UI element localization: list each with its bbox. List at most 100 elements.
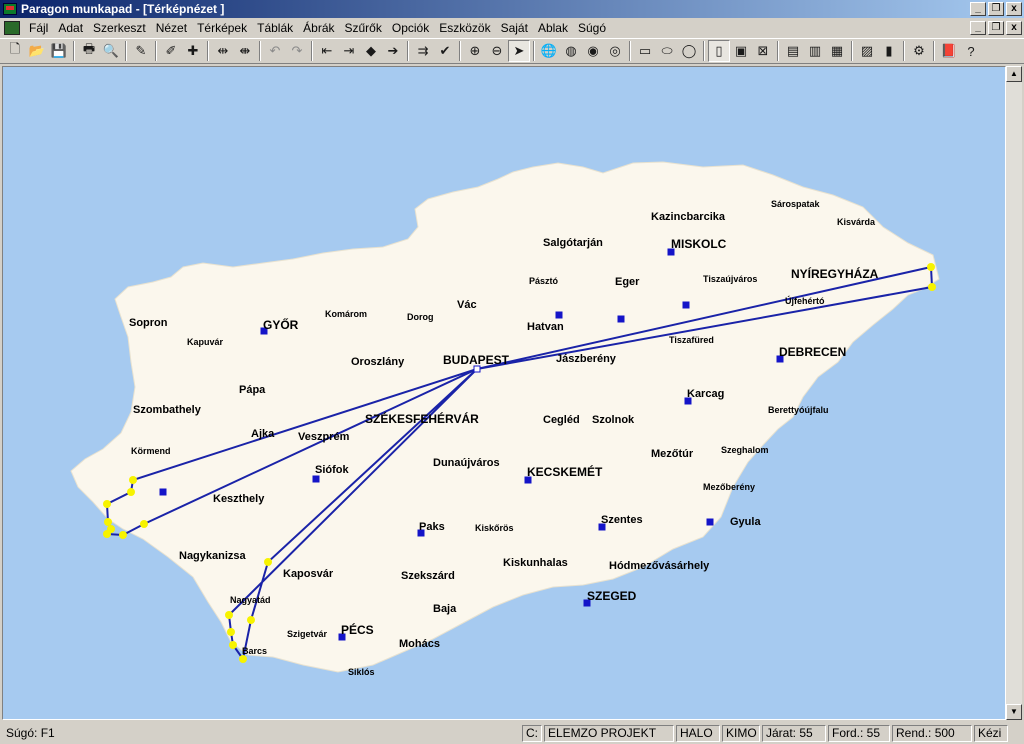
city-label: Oroszlány	[351, 356, 405, 368]
stop-marker[interactable]	[229, 641, 237, 649]
stop-marker[interactable]	[928, 283, 936, 291]
globe-settings-icon[interactable]: ◎	[604, 40, 626, 62]
bar-chart-icon[interactable]: ▮	[878, 40, 900, 62]
depot-marker[interactable]	[312, 475, 320, 483]
settings-icon[interactable]: ⚙	[908, 40, 930, 62]
context-help-icon[interactable]: ?	[960, 40, 982, 62]
select-circle-icon[interactable]: ◯	[678, 40, 700, 62]
menu-tables[interactable]: Táblák	[252, 19, 298, 37]
doc-close-button[interactable]: x	[1006, 21, 1022, 35]
city-label: Karcag	[687, 388, 725, 400]
menu-custom[interactable]: Saját	[496, 19, 533, 37]
depot-marker[interactable]	[159, 488, 167, 496]
depot-marker[interactable]	[555, 311, 563, 319]
stop-marker[interactable]	[129, 476, 137, 484]
stop-marker[interactable]	[227, 628, 235, 636]
depot-marker[interactable]	[706, 518, 714, 526]
join-route-icon[interactable]: ⇹	[212, 40, 234, 62]
print-preview-icon[interactable]: 🔍	[100, 40, 122, 62]
vertical-scrollbar[interactable]: ▲ ▼	[1006, 66, 1022, 720]
depot-marker[interactable]	[682, 301, 690, 309]
stop-marker[interactable]	[264, 558, 272, 566]
route-arrow-icon[interactable]: ⇉	[412, 40, 434, 62]
zoom-out-icon[interactable]: ⊖	[486, 40, 508, 62]
close-button[interactable]: x	[1006, 2, 1022, 16]
zoom-in-icon[interactable]: ⊕	[464, 40, 486, 62]
menu-charts[interactable]: Ábrák	[298, 19, 339, 37]
app-icon[interactable]	[3, 3, 17, 15]
help-book-icon[interactable]: 📕	[938, 40, 960, 62]
city-label: KECSKEMÉT	[527, 465, 603, 479]
doc-restore-button[interactable]: ❐	[988, 21, 1004, 35]
save-icon[interactable]: 💾	[48, 40, 70, 62]
split-route-icon[interactable]: ⇼	[234, 40, 256, 62]
map-canvas[interactable]	[3, 67, 1006, 720]
redo-icon[interactable]: ↷	[286, 40, 308, 62]
document-icon[interactable]	[4, 21, 20, 35]
undo-icon[interactable]: ↶	[264, 40, 286, 62]
scroll-up-icon[interactable]: ▲	[1006, 66, 1022, 82]
move-right-icon[interactable]: ➔	[382, 40, 404, 62]
minimize-button[interactable]: _	[970, 2, 986, 16]
map-view[interactable]: Sárospatak Kazincbarcika Kisvárda Salgótarj…	[2, 66, 1006, 720]
city-label: Szombathely	[133, 404, 201, 416]
select-point-icon[interactable]: ▣	[730, 40, 752, 62]
globe-layers-icon[interactable]: ◉	[582, 40, 604, 62]
select-lasso-icon[interactable]: ⬭	[656, 40, 678, 62]
toolbar-separator	[125, 41, 127, 61]
stop-marker[interactable]	[140, 520, 148, 528]
stop-marker[interactable]	[239, 655, 247, 663]
insert-before-icon[interactable]: ⇤	[316, 40, 338, 62]
stop-marker[interactable]	[103, 500, 111, 508]
menu-help[interactable]: Súgó	[573, 19, 611, 37]
city-label: Barcs	[242, 646, 268, 656]
stop-marker[interactable]	[247, 616, 255, 624]
stop-marker[interactable]	[225, 611, 233, 619]
menu-filters[interactable]: Szűrők	[340, 19, 387, 37]
menu-file[interactable]: Fájl	[24, 19, 53, 37]
depot-marker[interactable]	[617, 315, 625, 323]
city-label: Pápa	[239, 384, 266, 396]
table-edit-icon[interactable]: ▥	[804, 40, 826, 62]
gantt-chart-icon[interactable]: ▨	[856, 40, 878, 62]
menu-edit[interactable]: Szerkeszt	[88, 19, 151, 37]
move-left-icon[interactable]: ◆	[360, 40, 382, 62]
select-column-icon[interactable]: ▯	[708, 40, 730, 62]
stop-marker[interactable]	[119, 531, 127, 539]
new-icon[interactable]: 🗋	[4, 40, 26, 62]
stop-marker[interactable]	[927, 263, 935, 271]
menu-maps[interactable]: Térképek	[192, 19, 252, 37]
stop-marker[interactable]	[127, 488, 135, 496]
open-icon[interactable]: 📂	[26, 40, 48, 62]
clear-selection-icon[interactable]: ⊠	[752, 40, 774, 62]
table-list-icon[interactable]: ▦	[826, 40, 848, 62]
stop-marker[interactable]	[103, 530, 111, 538]
window-title: Paragon munkapad - [Térképnézet ]	[21, 2, 225, 16]
city-label: Körmend	[131, 446, 171, 456]
restore-button[interactable]: ❐	[988, 2, 1004, 16]
menu-window[interactable]: Ablak	[533, 19, 573, 37]
pointer-icon[interactable]: ➤	[508, 40, 530, 62]
insert-after-icon[interactable]: ⇥	[338, 40, 360, 62]
edit-route-icon[interactable]: ✐	[160, 40, 182, 62]
stop-marker[interactable]	[104, 518, 112, 526]
select-rect-icon[interactable]: ▭	[634, 40, 656, 62]
city-label: Dorog	[407, 312, 434, 322]
edit-table-icon[interactable]: ✎	[130, 40, 152, 62]
city-label: Dunaújváros	[433, 457, 500, 469]
table-view-icon[interactable]: ▤	[782, 40, 804, 62]
menu-data[interactable]: Adat	[53, 19, 88, 37]
menu-view[interactable]: Nézet	[151, 19, 192, 37]
print-icon[interactable]: 🖶	[78, 40, 100, 62]
city-label: NYÍREGYHÁZA	[791, 267, 879, 281]
menu-options[interactable]: Opciók	[387, 19, 434, 37]
globe-zoom-icon[interactable]: ◍	[560, 40, 582, 62]
city-label: Mohács	[399, 638, 440, 650]
scroll-down-icon[interactable]: ▼	[1006, 704, 1022, 720]
check-route-icon[interactable]: ✔	[434, 40, 456, 62]
add-stop-icon[interactable]: ✚	[182, 40, 204, 62]
doc-minimize-button[interactable]: _	[970, 21, 986, 35]
globe-icon[interactable]: 🌐	[538, 40, 560, 62]
city-label: Gyula	[730, 516, 761, 528]
menu-tools[interactable]: Eszközök	[434, 19, 495, 37]
